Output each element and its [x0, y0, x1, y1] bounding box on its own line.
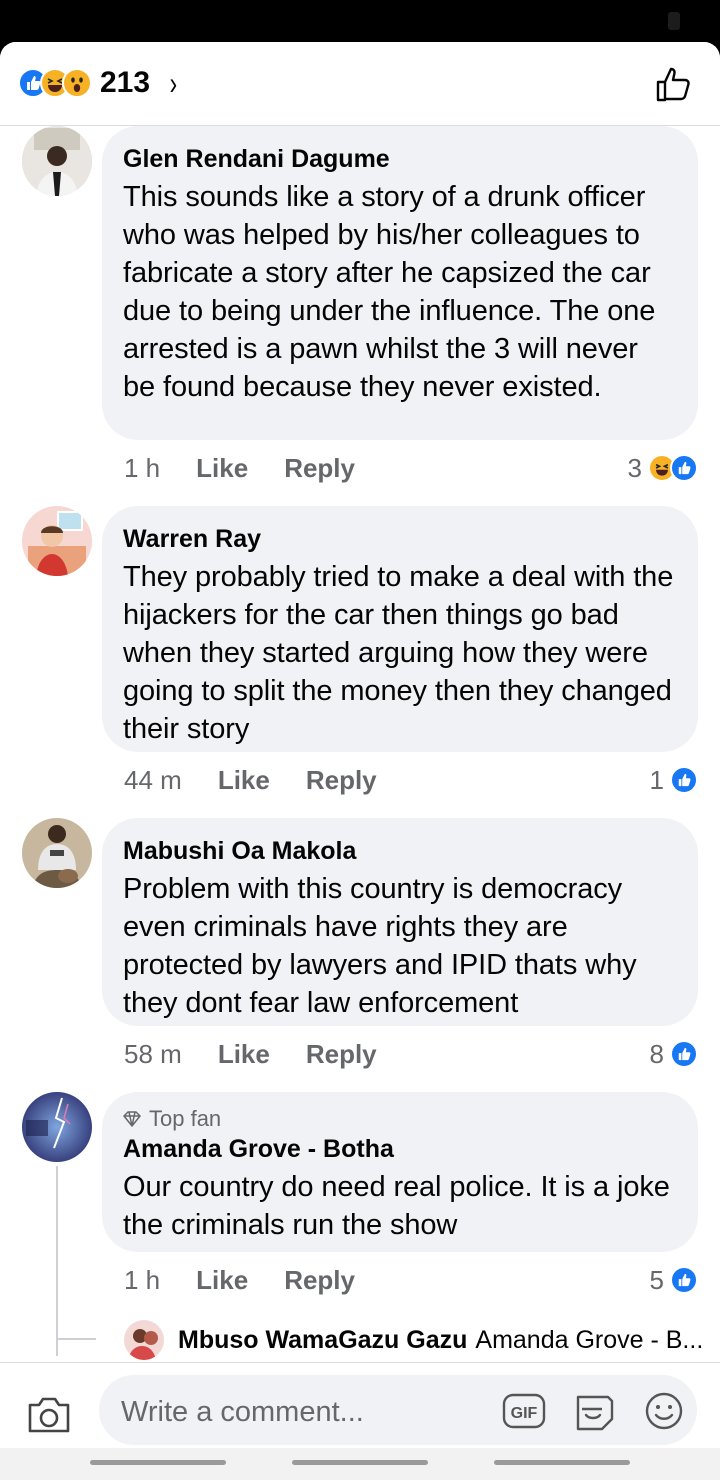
- commenter-name[interactable]: Glen Rendani Dagume: [123, 144, 676, 174]
- nav-handle[interactable]: [292, 1460, 428, 1465]
- like-link[interactable]: Like: [218, 765, 270, 796]
- commenter-name[interactable]: Mabushi Oa Makola: [123, 836, 676, 866]
- nav-handle[interactable]: [494, 1460, 630, 1465]
- reply-link[interactable]: Reply: [306, 765, 377, 796]
- reactions-header: 213 ›: [0, 42, 720, 126]
- like-outline-icon[interactable]: [654, 64, 694, 104]
- reply-snippet: Amanda Grove - B...: [475, 1325, 704, 1354]
- comment-bubble[interactable]: Mabushi Oa Makola Problem with this coun…: [102, 818, 698, 1026]
- chevron-right-icon: ›: [169, 64, 178, 101]
- comment-reactions[interactable]: 8: [650, 1036, 698, 1072]
- gif-label: GIF: [511, 1405, 538, 1422]
- comment-time[interactable]: 58 m: [124, 1039, 182, 1070]
- like-link[interactable]: Like: [218, 1039, 270, 1070]
- like-link[interactable]: Like: [196, 453, 248, 484]
- reaction-count: 1: [649, 764, 664, 795]
- commenter-name[interactable]: Warren Ray: [123, 524, 676, 554]
- reaction-count: 8: [649, 1038, 664, 1069]
- avatar[interactable]: [22, 1092, 92, 1162]
- emoji-icon[interactable]: [642, 1391, 686, 1431]
- avatar[interactable]: [22, 126, 92, 196]
- reactions-summary[interactable]: 213 ›: [18, 64, 179, 101]
- thread-connector: [56, 1338, 96, 1340]
- top-fan-label: Top fan: [149, 1106, 222, 1131]
- like-icon: [670, 1040, 698, 1068]
- thread-line: [56, 1166, 58, 1356]
- like-icon: [670, 454, 698, 482]
- reply-link[interactable]: Reply: [284, 1265, 355, 1296]
- comment-reactions[interactable]: 5: [650, 1262, 698, 1298]
- comment-text: They probably tried to make a deal with …: [123, 561, 674, 745]
- avatar[interactable]: [22, 506, 92, 576]
- comment-actions: 1 h Like Reply: [124, 1262, 355, 1298]
- avatar[interactable]: [22, 818, 92, 888]
- reply-link[interactable]: Reply: [306, 1039, 377, 1070]
- comments-sheet: 213 › Glen Rendani Dagume This sounds li…: [0, 42, 720, 1480]
- like-icon: [670, 766, 698, 794]
- comment-time[interactable]: 1 h: [124, 1265, 160, 1296]
- reaction-count: 3: [627, 452, 642, 483]
- reply-link[interactable]: Reply: [284, 453, 355, 484]
- comment-time[interactable]: 1 h: [124, 453, 160, 484]
- status-indicator: [668, 12, 680, 30]
- system-nav-bar: [0, 1448, 720, 1480]
- wow-icon: [62, 68, 92, 98]
- comment-text: Our country do need real police. It is a…: [123, 1171, 670, 1241]
- top-fan-badge: Top fan: [123, 1106, 676, 1132]
- commenter-name[interactable]: Amanda Grove - Botha: [123, 1134, 676, 1164]
- comment-actions: 58 m Like Reply: [124, 1036, 377, 1072]
- reaction-count: 5: [649, 1264, 664, 1295]
- reaction-count: 213: [100, 66, 151, 99]
- comment-bubble[interactable]: Top fan Amanda Grove - Botha Our country…: [102, 1092, 698, 1252]
- like-link[interactable]: Like: [196, 1265, 248, 1296]
- gif-icon[interactable]: GIF: [502, 1391, 546, 1431]
- avatar[interactable]: [124, 1320, 164, 1360]
- reply-author-name[interactable]: Mbuso WamaGazu Gazu: [178, 1326, 467, 1355]
- comment-actions: 44 m Like Reply: [124, 762, 377, 798]
- like-icon: [670, 1266, 698, 1294]
- comment-bubble[interactable]: Glen Rendani Dagume This sounds like a s…: [102, 126, 698, 440]
- camera-icon[interactable]: [26, 1391, 72, 1437]
- comment-text: Problem with this country is democracy e…: [123, 873, 637, 1019]
- sticker-icon[interactable]: [572, 1391, 616, 1431]
- comment-time[interactable]: 44 m: [124, 765, 182, 796]
- comment-text: This sounds like a story of a drunk offi…: [123, 181, 656, 403]
- comment-bubble[interactable]: Warren Ray They probably tried to make a…: [102, 506, 698, 752]
- nav-handle[interactable]: [90, 1460, 226, 1465]
- comment-actions: 1 h Like Reply: [124, 450, 355, 486]
- comment-reactions[interactable]: 3: [628, 450, 698, 486]
- diamond-icon: [123, 1111, 141, 1127]
- reply-preview[interactable]: Mbuso WamaGazu Gazu Amanda Grove - B...: [124, 1318, 704, 1362]
- comment-reactions[interactable]: 1: [650, 762, 698, 798]
